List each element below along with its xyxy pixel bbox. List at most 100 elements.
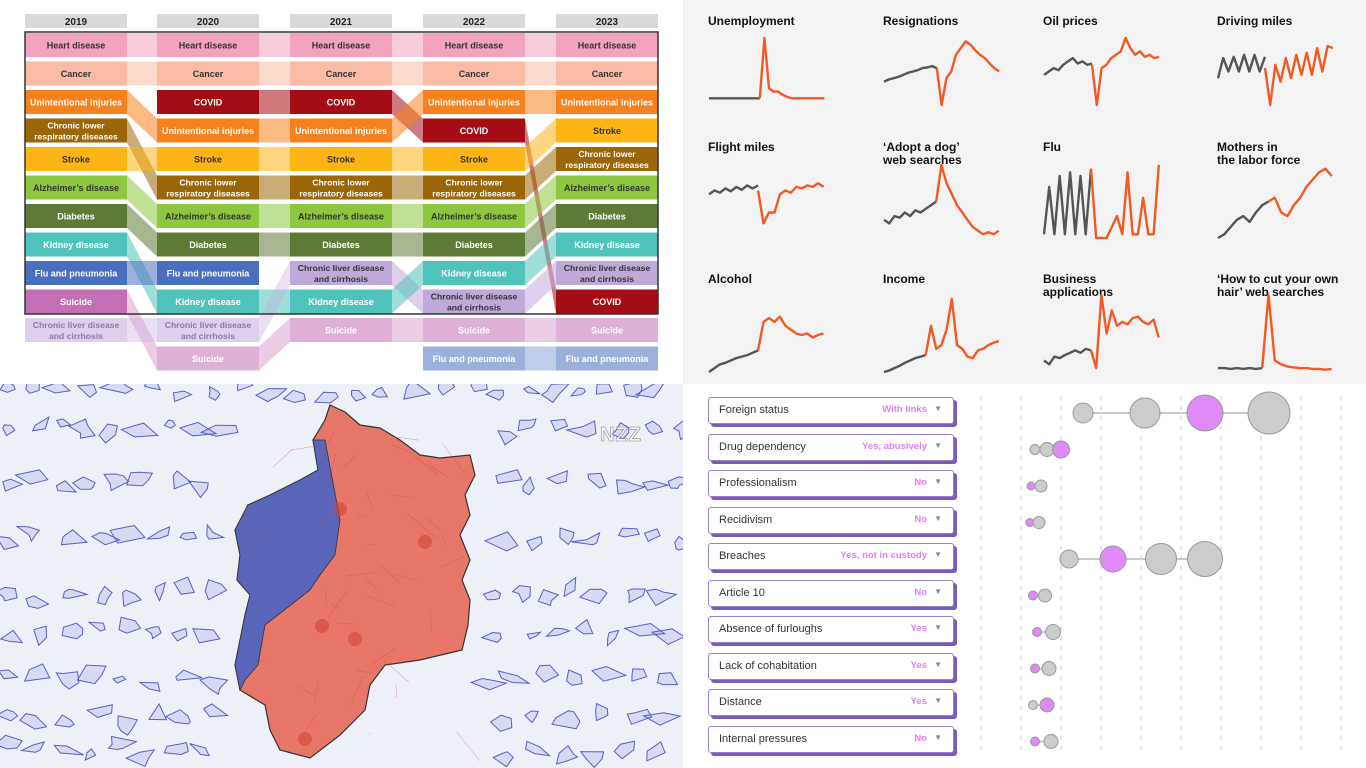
map-fragment [23, 663, 51, 682]
map-fragment [643, 528, 661, 542]
map-fragment [202, 703, 229, 718]
map-fragment [71, 476, 96, 490]
chevron-down-icon: ▼ [934, 550, 942, 559]
map-fragment [19, 713, 48, 730]
map-fragment [55, 671, 80, 690]
map-fragment [555, 744, 579, 765]
rank-label: Chronic liver disease [165, 320, 252, 330]
bubble-row-lack-of-cohabitation [1030, 661, 1057, 676]
map-fragment [199, 676, 229, 696]
rank-label: Kidney disease [175, 297, 241, 307]
rank-connector-cancer [127, 61, 157, 86]
filter-dropdown-internal-pressures[interactable]: Internal pressures No ▼ [708, 725, 954, 753]
map-fragment [551, 710, 581, 730]
bubble-row-distance [1028, 697, 1055, 713]
map-fragment [522, 385, 541, 395]
map-fragment [511, 585, 531, 604]
filter-value: Yes, abusively [862, 440, 927, 452]
map-fragment [578, 588, 608, 605]
filter-dropdown-drug-dependency[interactable]: Drug dependency Yes, abusively ▼ [708, 433, 954, 461]
rank-label: Flu and pneumonia [167, 269, 250, 279]
map-fragment [187, 480, 209, 499]
map-fragment [172, 390, 193, 403]
rank-label: Alzheimer’s disease [431, 212, 517, 222]
rank-label: Heart disease [47, 41, 106, 51]
filter-dropdown-professionalism[interactable]: Professionalism No ▼ [708, 470, 954, 497]
bubble [1028, 700, 1038, 710]
map-fragment [480, 631, 502, 643]
filter-label: Recidivism [719, 513, 773, 526]
map-fragment [495, 469, 523, 484]
bubble-highlight [1025, 518, 1035, 527]
filter-label: Breaches [719, 550, 766, 562]
rank-label: Kidney disease [43, 240, 109, 250]
map-fragment [546, 470, 568, 485]
rank-connector-suicide [392, 318, 423, 342]
map-fragment [587, 472, 607, 489]
rank-label: Unintentional injuries [162, 126, 254, 136]
filter-dropdown-lack-of-cohabitation[interactable]: Lack of cohabitation Yes ▼ [708, 652, 954, 680]
bubble [1045, 624, 1061, 640]
map-fragment [526, 631, 543, 640]
rank-label: Alzheimer’s disease [33, 183, 119, 193]
chevron-down-icon: ▼ [934, 696, 942, 705]
title-line: Flu [1043, 140, 1061, 154]
bubble-row-foreign-status [1072, 391, 1291, 435]
rank-connector-cancer [392, 61, 423, 86]
road [384, 661, 410, 683]
small-multiple-title: Alcohol [708, 273, 858, 286]
post-series-line [924, 297, 1000, 360]
filter-value: With links [882, 404, 927, 415]
bubble [1043, 734, 1059, 749]
pre-series-line [883, 64, 938, 83]
map-fragment [163, 741, 189, 756]
map-fragment [13, 469, 49, 485]
bubble [1039, 442, 1055, 457]
bubble-highlight [1052, 440, 1070, 459]
year-header: 2021 [330, 17, 353, 28]
rank-label: Chronic lower [445, 178, 503, 188]
rank-label: and cirrhosis [580, 274, 634, 284]
rank-connector-stroke [127, 147, 157, 171]
rank-label: respiratory diseases [565, 160, 649, 170]
map-fragment [126, 471, 154, 487]
rank-label: COVID [194, 98, 223, 108]
rank-label: Unintentional injuries [561, 98, 653, 108]
rank-label: and cirrhosis [314, 274, 368, 284]
map-fragment [644, 420, 664, 435]
map-fragment [656, 672, 679, 686]
filter-dropdown-distance[interactable]: Distance Yes ▼ [708, 689, 954, 716]
post-series-line [1267, 167, 1333, 218]
filter-dropdown-foreign-status[interactable]: Foreign status With links ▼ [708, 397, 954, 424]
post-series-line [1261, 293, 1332, 371]
title-line: Oil prices [1043, 14, 1098, 28]
rank-label: and cirrhosis [447, 303, 501, 313]
rank-label: Stroke [327, 155, 355, 165]
rank-connector-cancer [525, 61, 556, 86]
filter-value: No [914, 513, 927, 525]
year-header: 2022 [463, 17, 486, 28]
region-map [0, 384, 683, 768]
filter-dropdown-breaches[interactable]: Breaches Yes, not in custody ▼ [708, 543, 954, 570]
rank-label: Kidney disease [574, 240, 640, 250]
map-fragment [236, 384, 254, 392]
chevron-down-icon: ▼ [934, 440, 942, 450]
filter-dropdown-recidivism[interactable]: Recidivism No ▼ [708, 506, 954, 534]
sparkline-resignations [883, 40, 1000, 107]
post-series-line [1089, 293, 1160, 370]
pre-series-line [1043, 347, 1092, 366]
map-fragment [25, 595, 50, 609]
map-fragment [469, 677, 509, 691]
bubble-row-article-10 [1028, 588, 1052, 603]
map-fragment [615, 479, 647, 495]
post-series-line [935, 40, 1000, 107]
map-fragment [497, 430, 518, 446]
filter-dropdown-article-10[interactable]: Article 10 No ▼ [708, 579, 954, 607]
map-fragment [631, 668, 648, 682]
filter-dropdown-absence-of-furloughs[interactable]: Absence of furloughs Yes ▼ [708, 616, 954, 643]
map-fragment [19, 741, 46, 753]
chevron-down-icon: ▼ [934, 623, 942, 632]
rank-connector-diabetes [392, 232, 423, 257]
rank-label: and cirrhosis [181, 331, 235, 341]
rank-label: Chronic lower [312, 178, 370, 188]
